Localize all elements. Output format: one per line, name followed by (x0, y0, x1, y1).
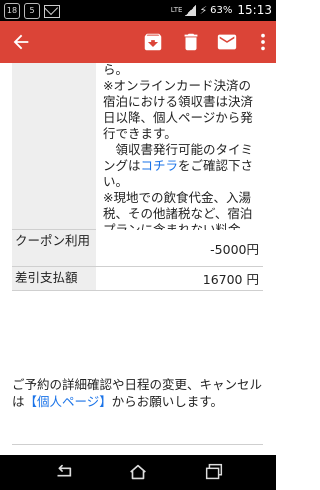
divider (12, 444, 263, 445)
notification-count-icon: 5 (24, 3, 40, 19)
back-arrow-icon[interactable] (10, 31, 32, 53)
battery-level: 63% (210, 4, 233, 16)
archive-icon[interactable] (142, 31, 164, 53)
total-label: 差引支払額 (12, 267, 96, 290)
mail-icon[interactable] (216, 31, 238, 53)
notification-count-icon: 18 (4, 3, 20, 19)
nav-recents-icon[interactable] (203, 462, 225, 482)
delete-icon[interactable] (180, 31, 202, 53)
signal-icon (185, 4, 197, 16)
clock: 15:13 (237, 3, 272, 17)
navigation-bar (0, 455, 276, 490)
charging-icon: ⚡ (199, 3, 208, 17)
gmail-notification-icon (44, 4, 60, 18)
total-row: 差引支払額 16700 円 (12, 267, 263, 291)
email-body[interactable]: ら。 ※オンラインカード決済の宿泊における領収書は決済日以降、個人ページから発行… (0, 63, 276, 455)
kochira-link[interactable]: コチラ (141, 158, 179, 173)
nav-home-icon[interactable] (127, 462, 149, 482)
coupon-value: -5000円 (96, 230, 263, 266)
more-vertical-icon[interactable] (252, 31, 274, 53)
status-bar: 18 5 LTE ⚡ 63% 15:13 (0, 0, 276, 21)
reservation-note: ご予約の詳細確認や日程の変更、キャンセルは【個人ページ】からお願いします。 (12, 377, 263, 409)
coupon-label: クーポン利用 (12, 230, 96, 266)
receipt-info-cell: ら。 ※オンラインカード決済の宿泊における領収書は決済日以降、個人ページから発行… (96, 63, 263, 285)
personal-page-link[interactable]: 【個人ページ】 (25, 394, 112, 409)
coupon-row: クーポン利用 -5000円 (12, 230, 263, 267)
app-bar (0, 21, 276, 63)
receipt-info-row: ら。 ※オンラインカード決済の宿泊における領収書は決済日以降、個人ページから発行… (12, 63, 263, 285)
network-type: LTE (170, 6, 183, 14)
total-value: 16700 円 (96, 267, 263, 290)
nav-back-icon[interactable] (52, 462, 74, 482)
